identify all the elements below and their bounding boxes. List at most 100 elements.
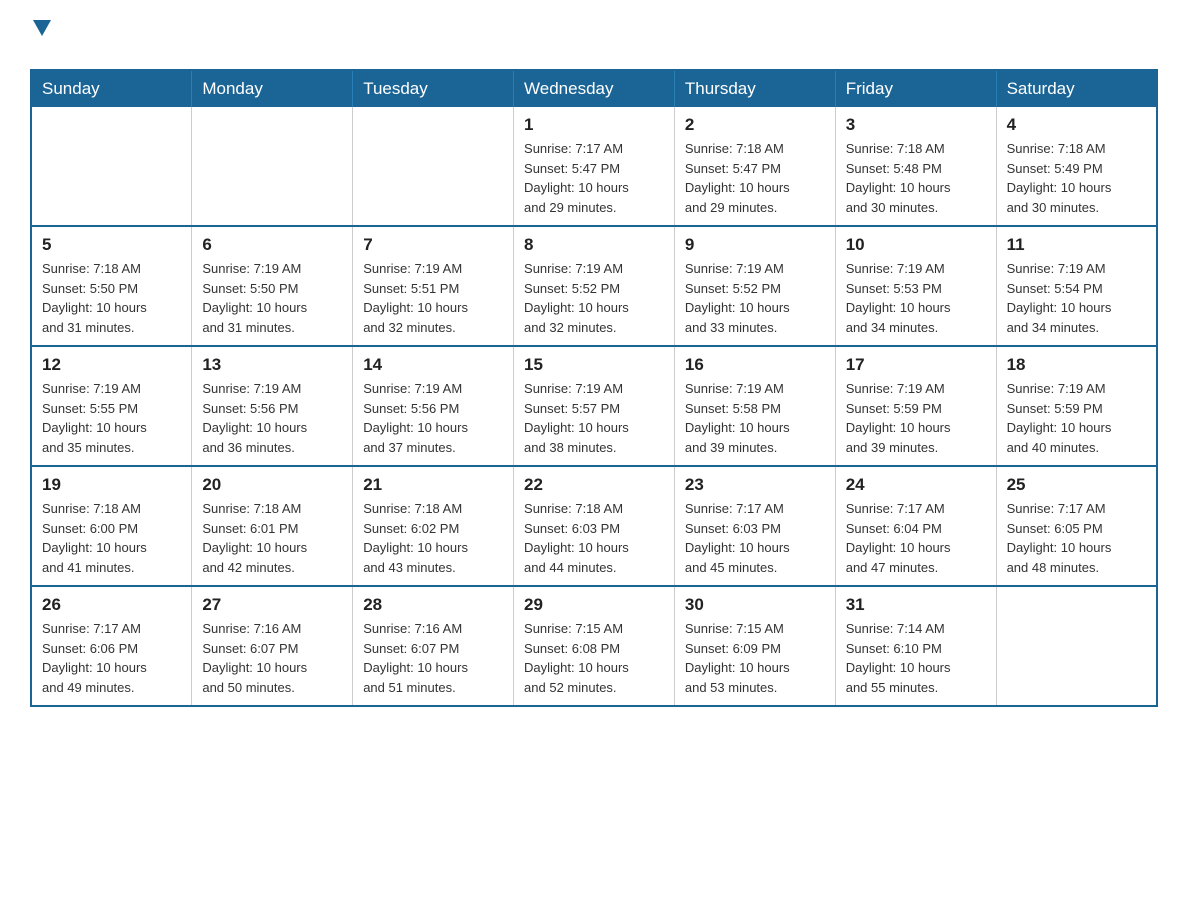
day-number: 10 (846, 235, 986, 255)
calendar-header-tuesday: Tuesday (353, 70, 514, 107)
day-info: Sunrise: 7:19 AM Sunset: 5:51 PM Dayligh… (363, 259, 503, 337)
calendar-cell: 27 Sunrise: 7:16 AM Sunset: 6:07 PM Dayli… (192, 586, 353, 706)
day-number: 30 (685, 595, 825, 615)
calendar-header-sunday: Sunday (31, 70, 192, 107)
day-number: 28 (363, 595, 503, 615)
calendar-cell: 7 Sunrise: 7:19 AM Sunset: 5:51 PM Daylig… (353, 226, 514, 346)
day-info: Sunrise: 7:18 AM Sunset: 6:00 PM Dayligh… (42, 499, 181, 577)
day-number: 5 (42, 235, 181, 255)
logo (30, 20, 51, 49)
day-info: Sunrise: 7:18 AM Sunset: 6:01 PM Dayligh… (202, 499, 342, 577)
calendar-week-row: 19Sunrise: 7:18 AM Sunset: 6:00 PM Dayli… (31, 466, 1157, 586)
day-info: Sunrise: 7:19 AM Sunset: 5:50 PM Dayligh… (202, 259, 342, 337)
calendar-cell (996, 586, 1157, 706)
day-number: 29 (524, 595, 664, 615)
calendar-cell: 3 Sunrise: 7:18 AM Sunset: 5:48 PM Daylig… (835, 107, 996, 226)
day-number: 6 (202, 235, 342, 255)
calendar-cell: 5 Sunrise: 7:18 AM Sunset: 5:50 PM Daylig… (31, 226, 192, 346)
day-info: Sunrise: 7:18 AM Sunset: 6:03 PM Dayligh… (524, 499, 664, 577)
day-number: 3 (846, 115, 986, 135)
day-info: Sunrise: 7:19 AM Sunset: 5:53 PM Dayligh… (846, 259, 986, 337)
calendar-cell: 18Sunrise: 7:19 AM Sunset: 5:59 PM Dayli… (996, 346, 1157, 466)
day-number: 15 (524, 355, 664, 375)
calendar-week-row: 1 Sunrise: 7:17 AM Sunset: 5:47 PM Daylig… (31, 107, 1157, 226)
day-info: Sunrise: 7:17 AM Sunset: 6:03 PM Dayligh… (685, 499, 825, 577)
calendar-cell: 4 Sunrise: 7:18 AM Sunset: 5:49 PM Daylig… (996, 107, 1157, 226)
logo-triangle-icon (33, 20, 51, 43)
day-number: 11 (1007, 235, 1146, 255)
calendar-week-row: 5 Sunrise: 7:18 AM Sunset: 5:50 PM Daylig… (31, 226, 1157, 346)
day-info: Sunrise: 7:19 AM Sunset: 5:59 PM Dayligh… (846, 379, 986, 457)
calendar-week-row: 12Sunrise: 7:19 AM Sunset: 5:55 PM Dayli… (31, 346, 1157, 466)
day-info: Sunrise: 7:19 AM Sunset: 5:52 PM Dayligh… (524, 259, 664, 337)
calendar-cell (31, 107, 192, 226)
calendar-cell: 1 Sunrise: 7:17 AM Sunset: 5:47 PM Daylig… (514, 107, 675, 226)
day-info: Sunrise: 7:14 AM Sunset: 6:10 PM Dayligh… (846, 619, 986, 697)
calendar-cell: 19Sunrise: 7:18 AM Sunset: 6:00 PM Dayli… (31, 466, 192, 586)
calendar-cell (192, 107, 353, 226)
calendar-table: SundayMondayTuesdayWednesdayThursdayFrid… (30, 69, 1158, 707)
day-info: Sunrise: 7:15 AM Sunset: 6:08 PM Dayligh… (524, 619, 664, 697)
calendar-header-saturday: Saturday (996, 70, 1157, 107)
calendar-cell: 2 Sunrise: 7:18 AM Sunset: 5:47 PM Daylig… (674, 107, 835, 226)
calendar-cell: 30 Sunrise: 7:15 AM Sunset: 6:09 PM Dayli… (674, 586, 835, 706)
day-info: Sunrise: 7:18 AM Sunset: 5:48 PM Dayligh… (846, 139, 986, 217)
day-number: 2 (685, 115, 825, 135)
day-number: 26 (42, 595, 181, 615)
calendar-cell (353, 107, 514, 226)
day-info: Sunrise: 7:19 AM Sunset: 5:55 PM Dayligh… (42, 379, 181, 457)
day-info: Sunrise: 7:16 AM Sunset: 6:07 PM Dayligh… (363, 619, 503, 697)
calendar-header-row: SundayMondayTuesdayWednesdayThursdayFrid… (31, 70, 1157, 107)
day-info: Sunrise: 7:18 AM Sunset: 5:49 PM Dayligh… (1007, 139, 1146, 217)
calendar-header-thursday: Thursday (674, 70, 835, 107)
day-number: 23 (685, 475, 825, 495)
calendar-cell: 9 Sunrise: 7:19 AM Sunset: 5:52 PM Daylig… (674, 226, 835, 346)
day-info: Sunrise: 7:18 AM Sunset: 5:50 PM Dayligh… (42, 259, 181, 337)
calendar-header-friday: Friday (835, 70, 996, 107)
calendar-cell: 31 Sunrise: 7:14 AM Sunset: 6:10 PM Dayli… (835, 586, 996, 706)
day-number: 1 (524, 115, 664, 135)
day-info: Sunrise: 7:18 AM Sunset: 5:47 PM Dayligh… (685, 139, 825, 217)
day-info: Sunrise: 7:19 AM Sunset: 5:58 PM Dayligh… (685, 379, 825, 457)
day-number: 24 (846, 475, 986, 495)
calendar-cell: 16 Sunrise: 7:19 AM Sunset: 5:58 PM Dayli… (674, 346, 835, 466)
calendar-cell: 17 Sunrise: 7:19 AM Sunset: 5:59 PM Dayli… (835, 346, 996, 466)
day-info: Sunrise: 7:19 AM Sunset: 5:56 PM Dayligh… (202, 379, 342, 457)
day-info: Sunrise: 7:19 AM Sunset: 5:57 PM Dayligh… (524, 379, 664, 457)
day-number: 21 (363, 475, 503, 495)
day-number: 7 (363, 235, 503, 255)
calendar-cell: 6 Sunrise: 7:19 AM Sunset: 5:50 PM Daylig… (192, 226, 353, 346)
day-number: 8 (524, 235, 664, 255)
day-number: 25 (1007, 475, 1146, 495)
calendar-cell: 26 Sunrise: 7:17 AM Sunset: 6:06 PM Dayli… (31, 586, 192, 706)
calendar-cell: 12Sunrise: 7:19 AM Sunset: 5:55 PM Dayli… (31, 346, 192, 466)
day-info: Sunrise: 7:19 AM Sunset: 5:59 PM Dayligh… (1007, 379, 1146, 457)
day-info: Sunrise: 7:17 AM Sunset: 6:06 PM Dayligh… (42, 619, 181, 697)
day-number: 16 (685, 355, 825, 375)
day-info: Sunrise: 7:16 AM Sunset: 6:07 PM Dayligh… (202, 619, 342, 697)
day-number: 9 (685, 235, 825, 255)
day-number: 13 (202, 355, 342, 375)
day-info: Sunrise: 7:15 AM Sunset: 6:09 PM Dayligh… (685, 619, 825, 697)
day-info: Sunrise: 7:19 AM Sunset: 5:54 PM Dayligh… (1007, 259, 1146, 337)
calendar-header-wednesday: Wednesday (514, 70, 675, 107)
day-number: 17 (846, 355, 986, 375)
calendar-cell: 15 Sunrise: 7:19 AM Sunset: 5:57 PM Dayli… (514, 346, 675, 466)
calendar-cell: 8 Sunrise: 7:19 AM Sunset: 5:52 PM Daylig… (514, 226, 675, 346)
page-header (30, 20, 1158, 49)
calendar-week-row: 26 Sunrise: 7:17 AM Sunset: 6:06 PM Dayli… (31, 586, 1157, 706)
day-info: Sunrise: 7:17 AM Sunset: 5:47 PM Dayligh… (524, 139, 664, 217)
calendar-cell: 20 Sunrise: 7:18 AM Sunset: 6:01 PM Dayli… (192, 466, 353, 586)
calendar-cell: 25 Sunrise: 7:17 AM Sunset: 6:05 PM Dayli… (996, 466, 1157, 586)
calendar-cell: 21Sunrise: 7:18 AM Sunset: 6:02 PM Dayli… (353, 466, 514, 586)
day-number: 4 (1007, 115, 1146, 135)
day-number: 22 (524, 475, 664, 495)
day-info: Sunrise: 7:17 AM Sunset: 6:05 PM Dayligh… (1007, 499, 1146, 577)
day-info: Sunrise: 7:19 AM Sunset: 5:52 PM Dayligh… (685, 259, 825, 337)
day-number: 31 (846, 595, 986, 615)
day-info: Sunrise: 7:19 AM Sunset: 5:56 PM Dayligh… (363, 379, 503, 457)
calendar-cell: 10 Sunrise: 7:19 AM Sunset: 5:53 PM Dayli… (835, 226, 996, 346)
day-number: 27 (202, 595, 342, 615)
day-number: 20 (202, 475, 342, 495)
calendar-cell: 14Sunrise: 7:19 AM Sunset: 5:56 PM Dayli… (353, 346, 514, 466)
